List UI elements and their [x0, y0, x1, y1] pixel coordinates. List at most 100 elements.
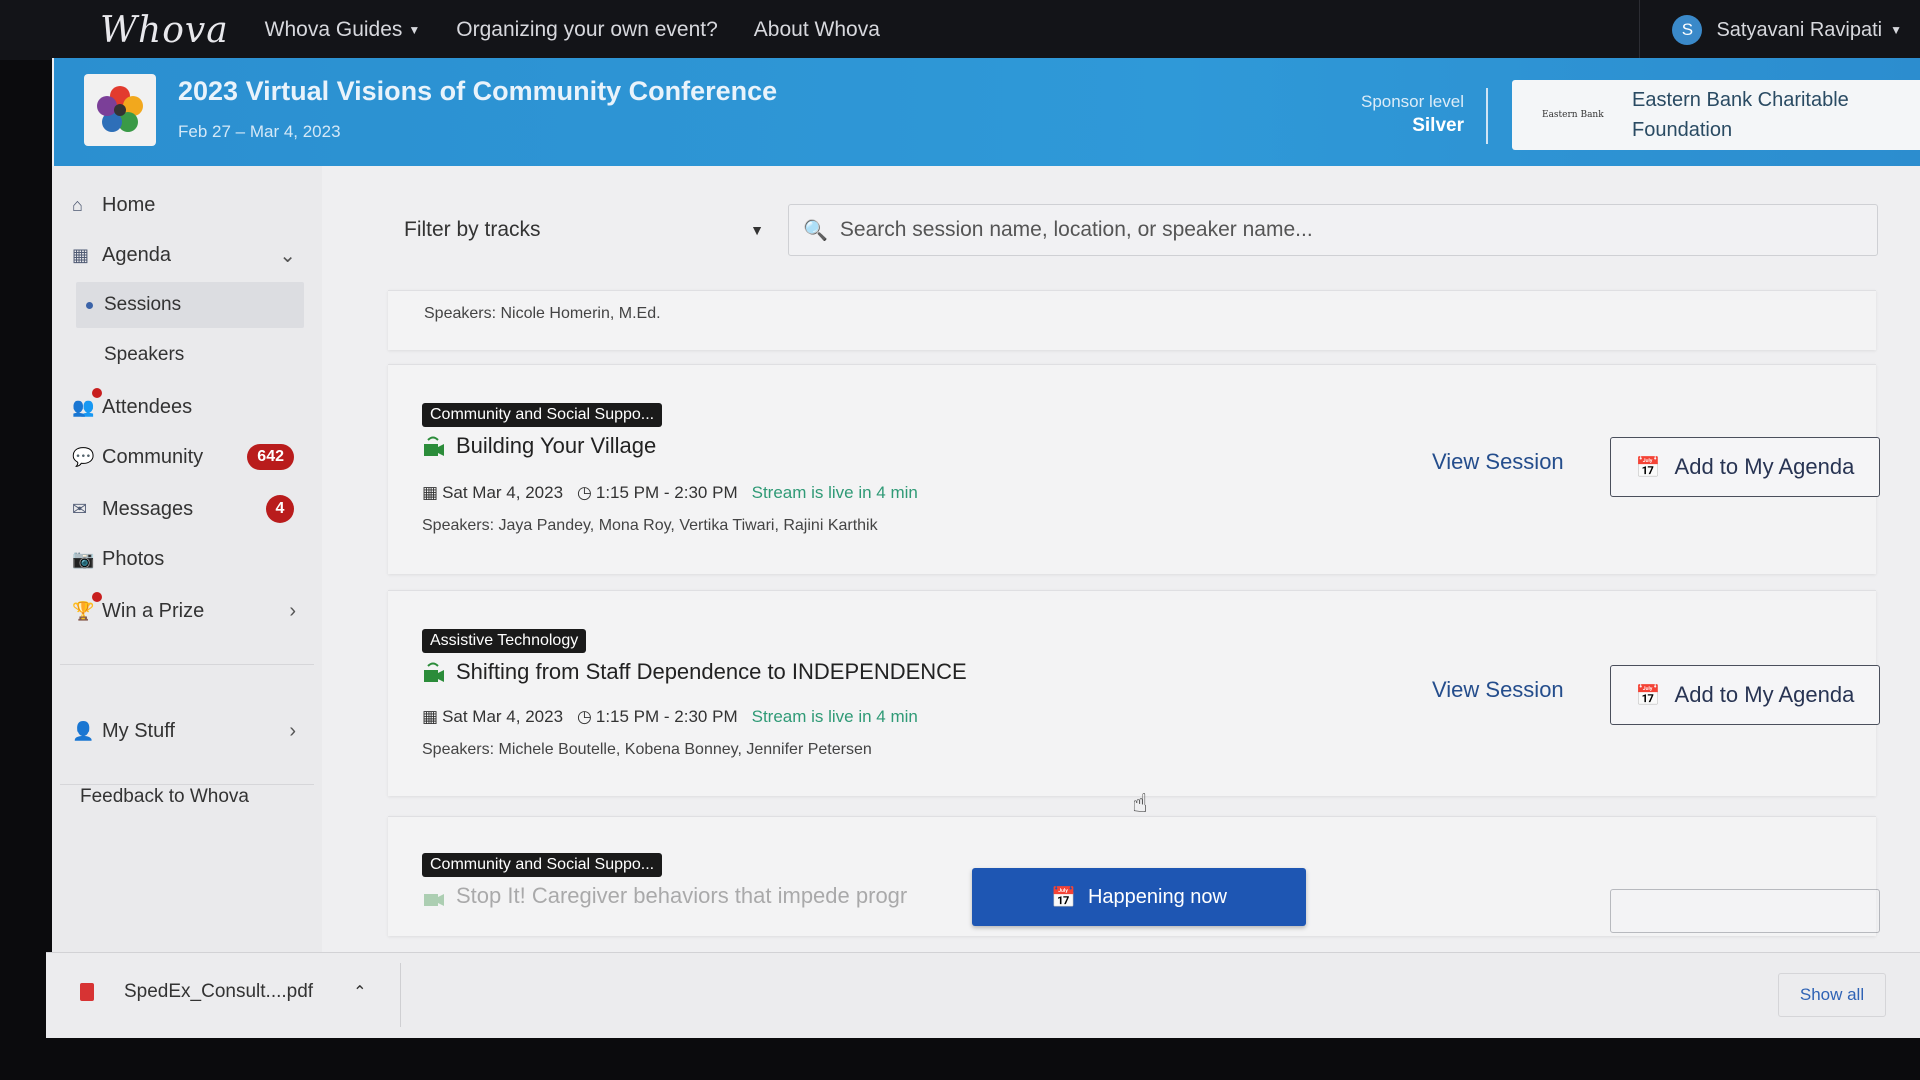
session-time: 1:15 PM - 2:30 PM: [595, 483, 738, 502]
nav-about-whova[interactable]: About Whova: [754, 18, 880, 42]
session-speakers: Speakers: Michele Boutelle, Kobena Bonne…: [422, 741, 872, 758]
chevron-down-icon: ⌄: [279, 244, 296, 267]
live-stream-icon: [424, 436, 444, 456]
live-stream-icon: [424, 894, 444, 906]
feedback-link[interactable]: Feedback to Whova: [80, 786, 249, 808]
nav-whova-guides-label: Whova Guides: [264, 18, 403, 41]
calendar-plus-icon: 📅: [1635, 684, 1661, 707]
view-session-link[interactable]: View Session: [1432, 449, 1564, 475]
session-meta: ▦ Sat Mar 4, 2023 ◷ 1:15 PM - 2:30 PM St…: [422, 483, 932, 503]
sponsor-level-value: Silver: [1412, 115, 1464, 136]
sidebar-item-home[interactable]: ⌂ Home: [72, 182, 300, 228]
live-stream-icon: [424, 662, 444, 682]
sidebar-item-label: Speakers: [104, 344, 185, 365]
session-search-input[interactable]: 🔍 Search session name, location, or spea…: [788, 204, 1878, 256]
sidebar-item-speakers[interactable]: Speakers: [76, 332, 304, 378]
sponsor-name-line2: Foundation: [1632, 119, 1733, 141]
sidebar-item-label: Agenda: [102, 243, 171, 266]
session-title[interactable]: Shifting from Staff Dependence to INDEPE…: [422, 659, 967, 685]
community-count-badge: 642: [247, 444, 294, 470]
camera-icon: 📷: [72, 548, 95, 569]
user-menu[interactable]: S Satyavani Ravipati ▼: [1639, 0, 1902, 60]
sidebar-item-photos[interactable]: 📷 Photos: [72, 536, 300, 582]
chevron-right-icon: ›: [289, 719, 296, 742]
session-meta: ▦ Sat Mar 4, 2023 ◷ 1:15 PM - 2:30 PM St…: [422, 707, 932, 727]
notification-dot: [92, 592, 102, 602]
session-title[interactable]: Building Your Village: [422, 433, 656, 459]
sponsor-name-line1: Eastern Bank Charitable: [1632, 89, 1849, 111]
envelope-icon: ✉: [72, 498, 88, 519]
user-name: Satyavani Ravipati: [1716, 18, 1883, 41]
sidebar-item-agenda[interactable]: ▦ Agenda ⌄: [72, 232, 300, 278]
sponsor-level-label: Sponsor level: [1360, 92, 1464, 111]
track-filter-select[interactable]: Filter by tracks ▼: [392, 204, 772, 256]
nav-whova-guides[interactable]: Whova Guides ▼: [265, 18, 421, 42]
chevron-up-icon[interactable]: ⌃: [353, 982, 366, 1002]
show-all-button[interactable]: Show all: [1778, 973, 1886, 1017]
divider: [60, 664, 314, 665]
add-to-agenda-button[interactable]: 📅 Add to My Agenda: [1610, 437, 1880, 497]
session-card: Community and Social Suppo... Building Y…: [388, 364, 1880, 574]
sidebar-item-my-stuff[interactable]: 👤 My Stuff ›: [72, 708, 300, 754]
session-card: Speakers: Nicole Homerin, M.Ed.: [388, 290, 1876, 350]
divider: [1486, 88, 1488, 144]
sidebar-item-label: Attendees: [102, 395, 193, 418]
sidebar-item-sessions[interactable]: Sessions: [76, 282, 304, 328]
view-session-link[interactable]: View Session: [1432, 677, 1564, 703]
add-to-agenda-button[interactable]: [1610, 889, 1880, 933]
session-title[interactable]: Stop It! Caregiver behaviors that impede…: [422, 883, 907, 909]
flower-logo-icon: [97, 86, 143, 132]
caret-down-icon: ▼: [408, 23, 421, 37]
sidebar-item-label: Sessions: [104, 294, 182, 315]
calendar-plus-icon: 📅: [1635, 456, 1661, 479]
event-logo: [84, 74, 156, 146]
search-icon: 🔍: [803, 219, 828, 242]
avatar: S: [1672, 15, 1703, 45]
sponsor-level: Sponsor level Silver: [1300, 90, 1464, 138]
sidebar-item-attendees[interactable]: 👥 Attendees: [72, 384, 300, 430]
chevron-right-icon: ›: [289, 599, 296, 622]
calendar-icon: ▦: [422, 483, 439, 502]
pdf-file-icon: [80, 983, 94, 1001]
trophy-icon: 🏆: [72, 600, 95, 621]
clock-icon: ◷: [577, 483, 592, 502]
top-navbar: Whova Whova Guides ▼ Organizing your own…: [0, 0, 1920, 60]
app-screen: 2023 Virtual Visions of Community Confer…: [52, 58, 1920, 1038]
add-to-agenda-button[interactable]: 📅 Add to My Agenda: [1610, 665, 1880, 725]
event-dates: Feb 27 – Mar 4, 2023: [178, 122, 341, 141]
sponsor-logo: Eastern Bank: [1542, 110, 1604, 120]
event-title: 2023 Virtual Visions of Community Confer…: [178, 76, 778, 106]
notification-dot: [92, 388, 102, 398]
sidebar-item-messages[interactable]: ✉ Messages 4: [72, 486, 300, 532]
caret-down-icon: ▼: [1890, 23, 1902, 37]
hand-cursor-icon: ☝: [1132, 788, 1148, 818]
stream-status: Stream is live in 4 min: [751, 483, 918, 502]
session-time: 1:15 PM - 2:30 PM: [595, 707, 738, 726]
download-item[interactable]: SpedEx_Consult....pdf ⌃: [80, 981, 366, 1003]
add-to-agenda-label: Add to My Agenda: [1674, 682, 1855, 707]
sidebar-item-label: Photos: [102, 547, 165, 570]
happening-now-button[interactable]: 📅 Happening now: [972, 868, 1306, 926]
event-banner: 2023 Virtual Visions of Community Confer…: [54, 58, 1920, 166]
active-bullet-icon: [86, 301, 93, 309]
search-placeholder: Search session name, location, or speake…: [839, 218, 1313, 241]
clock-icon: ◷: [577, 707, 592, 726]
downloads-bar: SpedEx_Consult....pdf ⌃ Show all: [46, 952, 1920, 1038]
divider: [60, 784, 314, 785]
sidebar-item-community[interactable]: 💬 Community 642: [72, 434, 300, 480]
download-file-name: SpedEx_Consult....pdf: [124, 981, 314, 1002]
sponsor-card[interactable]: Eastern Bank Eastern Bank Charitable Fou…: [1512, 80, 1920, 150]
sidebar-item-win-a-prize[interactable]: 🏆 Win a Prize ›: [72, 588, 300, 634]
track-tag: Community and Social Suppo...: [422, 853, 663, 877]
divider: [400, 963, 401, 1027]
sidebar-item-label: Home: [102, 193, 156, 216]
caret-down-icon: ▼: [750, 222, 764, 238]
people-icon: 👥: [72, 396, 95, 417]
session-title-text: Shifting from Staff Dependence to INDEPE…: [456, 659, 967, 684]
calendar-icon: 📅: [1051, 886, 1076, 909]
calendar-icon: ▦: [72, 244, 90, 265]
session-date: Sat Mar 4, 2023: [442, 483, 564, 502]
whova-logo[interactable]: Whova: [100, 10, 229, 51]
nav-organizing[interactable]: Organizing your own event?: [456, 18, 718, 42]
session-card: Assistive Technology Shifting from Staff…: [388, 590, 1880, 796]
